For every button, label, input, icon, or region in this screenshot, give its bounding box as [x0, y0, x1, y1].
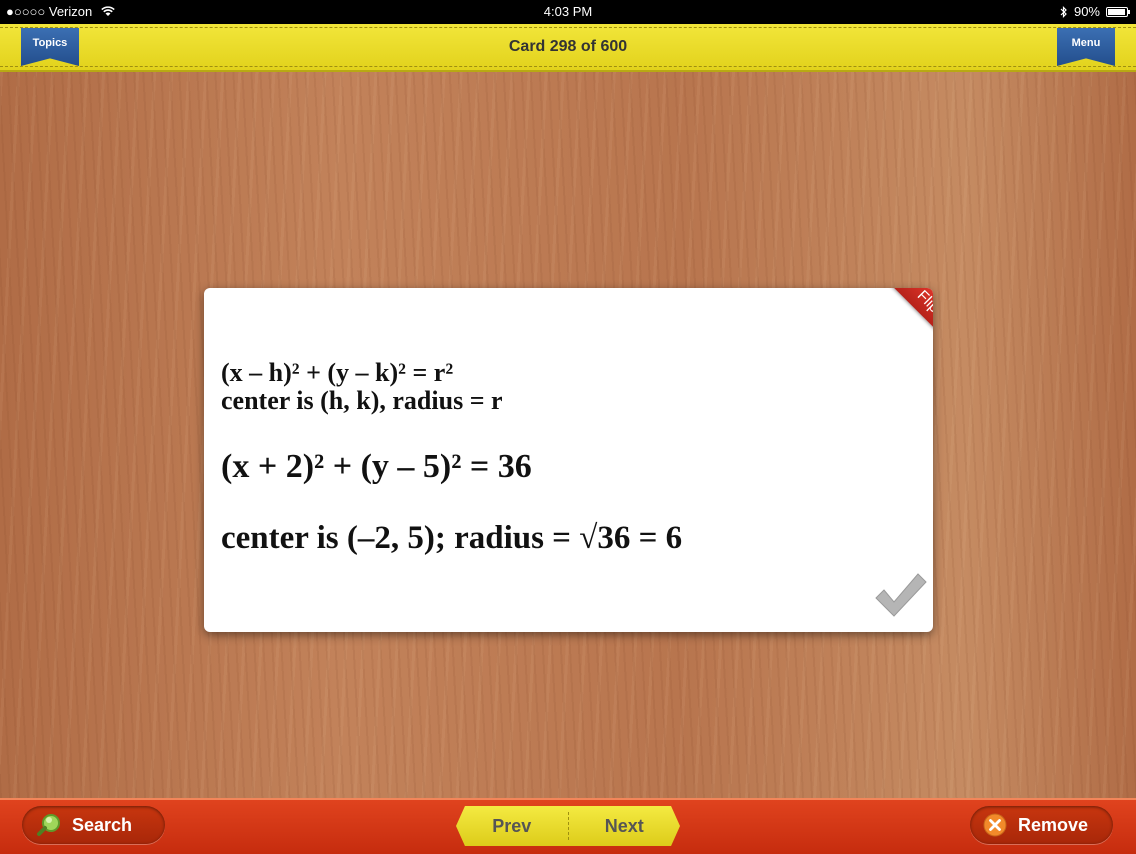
remove-button[interactable]: Remove: [970, 806, 1113, 844]
search-label: Search: [72, 814, 133, 835]
flash-card[interactable]: Flip (x – h)² + (y – k)² = r² center is …: [204, 288, 933, 632]
status-time: 4:03 PM: [543, 4, 593, 19]
formula-description: center is (h, k), radius = r: [221, 386, 503, 415]
status-bar: ●○○○○ Verizon 4:03 PM 90%: [0, 0, 1136, 24]
bluetooth-icon: [1060, 5, 1067, 18]
x-circle-icon: [983, 813, 1007, 837]
card-navigation: Prev Next: [456, 806, 680, 846]
search-button[interactable]: Search: [22, 806, 165, 844]
flip-button[interactable]: Flip: [879, 288, 933, 351]
menu-button[interactable]: Menu: [1057, 28, 1115, 66]
top-bar: Topics Card 298 of 600 Menu: [0, 24, 1136, 72]
battery-icon: [1106, 6, 1130, 17]
card-counter-title: Card 298 of 600: [508, 38, 628, 55]
remove-label: Remove: [1018, 814, 1089, 835]
magnifier-icon: [37, 814, 60, 836]
checkmark-icon[interactable]: [872, 570, 928, 620]
flip-corner[interactable]: Flip: [869, 288, 933, 372]
next-button[interactable]: Next: [569, 806, 681, 846]
battery-percent: 90%: [1073, 4, 1100, 19]
formula-example: (x + 2)² + (y – 5)² = 36: [221, 448, 532, 485]
formula-general: (x – h)² + (y – k)² = r²: [221, 358, 454, 387]
bottom-bar: Search Prev Next Remove: [0, 798, 1136, 854]
prev-button[interactable]: Prev: [456, 806, 568, 846]
answer-text: center is (–2, 5); radius = √36 = 6: [221, 520, 683, 556]
